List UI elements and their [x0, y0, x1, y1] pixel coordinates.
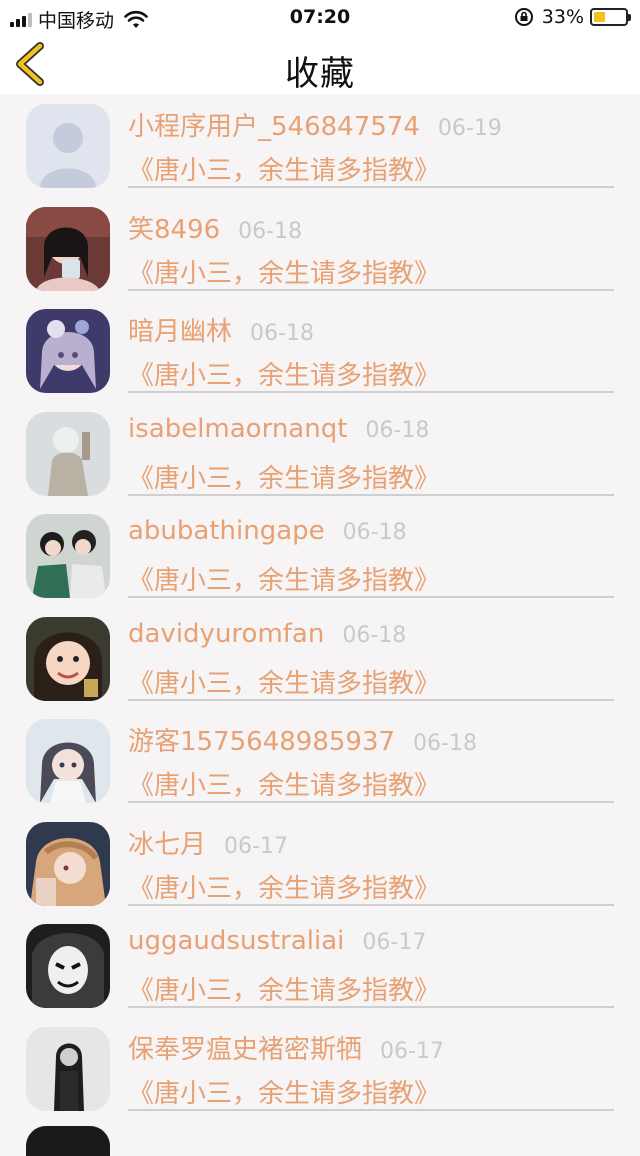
list-item[interactable]: 冰七月 06-17 《唐小三，余生请多指教》 — [0, 812, 640, 915]
avatar — [26, 616, 110, 701]
book-title: 《唐小三，余生请多指教》 — [128, 976, 441, 1006]
date: 06-19 — [437, 116, 502, 141]
list-item[interactable]: 游客1575648985937 06-18 《唐小三，余生请多指教》 — [0, 709, 640, 812]
avatar — [26, 719, 110, 803]
username: 冰七月 — [128, 829, 207, 860]
date: 06-18 — [413, 731, 477, 756]
list-item-content: davidyuromfan 06-18 《唐小三，余生请多指教》 — [128, 619, 614, 701]
date: 06-17 — [224, 833, 288, 859]
username: abubathingape — [128, 516, 325, 546]
avatar — [26, 1126, 110, 1156]
date: 06-18 — [342, 622, 407, 648]
username: 小程序用户_546847574 — [128, 112, 420, 142]
avatar — [26, 309, 110, 393]
book-title: 《唐小三，余生请多指教》 — [128, 463, 441, 494]
status-bar: 中国移动 07:20 33% — [0, 0, 640, 36]
nav-bar: 收藏 — [0, 36, 640, 94]
list-item-content: 保奉罗瘟史褚密斯牺 06-17 《唐小三，余生请多指教》 — [128, 1029, 614, 1111]
username: 笑8496 — [128, 214, 221, 245]
avatar — [26, 104, 110, 188]
date: 06-18 — [250, 321, 314, 346]
list-item[interactable]: 暗月幽林 06-18 《唐小三，余生请多指教》 — [0, 299, 640, 402]
list-item[interactable]: isabelmaornanqt 06-18 《唐小三，余生请多指教》 — [0, 402, 640, 505]
list-item-content: uggaudsustraliai 06-17 《唐小三，余生请多指教》 — [128, 926, 614, 1008]
date: 06-18 — [365, 417, 430, 443]
favorites-list: 小程序用户_546847574 06-19 《唐小三，余生请多指教》 笑8496 0… — [0, 94, 640, 1119]
battery-percent: 33% — [541, 6, 584, 28]
username: davidyuromfan — [128, 618, 325, 649]
list-item[interactable]: abubathingape 06-18 《唐小三，余生请多指教》 — [0, 504, 640, 607]
avatar — [26, 1026, 110, 1111]
avatar — [26, 821, 110, 906]
list-item-content: 笑8496 06-18 《唐小三，余生请多指教》 — [128, 209, 614, 291]
list-item[interactable]: 保奉罗瘟史褚密斯牺 06-17 《唐小三，余生请多指教》 — [0, 1017, 640, 1120]
status-right: 33% — [514, 6, 631, 28]
username: 游客1575648985937 — [128, 727, 396, 757]
list-item-content: 冰七月 06-17 《唐小三，余生请多指教》 — [128, 824, 614, 906]
username: 保奉罗瘟史褚密斯牺 — [128, 1034, 363, 1065]
page-title: 收藏 — [285, 54, 355, 94]
list-item-content: abubathingape 06-18 《唐小三，余生请多指教》 — [128, 516, 614, 598]
avatar — [26, 206, 110, 291]
book-title: 《唐小三，余生请多指教》 — [128, 156, 441, 186]
list-item-content: isabelmaornanqt 06-18 《唐小三，余生请多指教》 — [128, 414, 614, 496]
list-item[interactable]: uggaudsustraliai 06-17 《唐小三，余生请多指教》 — [0, 914, 640, 1017]
date: 06-17 — [380, 1038, 444, 1064]
list-item-content: 小程序用户_546847574 06-19 《唐小三，余生请多指教》 — [128, 106, 614, 188]
rotation-lock-icon — [514, 8, 533, 26]
date: 06-18 — [238, 218, 303, 244]
book-title: 《唐小三，余生请多指教》 — [128, 771, 441, 801]
username: uggaudsustraliai — [128, 926, 345, 956]
book-title: 《唐小三，余生请多指教》 — [128, 361, 441, 391]
book-title: 《唐小三，余生请多指教》 — [128, 873, 441, 904]
date: 06-17 — [362, 930, 427, 955]
avatar — [26, 924, 110, 1008]
battery-icon — [590, 8, 631, 26]
book-title: 《唐小三，余生请多指教》 — [128, 258, 441, 289]
book-title: 《唐小三，余生请多指教》 — [128, 566, 441, 596]
book-title: 《唐小三，余生请多指教》 — [128, 1078, 441, 1109]
list-item-content: 暗月幽林 06-18 《唐小三，余生请多指教》 — [128, 311, 614, 393]
list-item[interactable]: 笑8496 06-18 《唐小三，余生请多指教》 — [0, 197, 640, 300]
avatar — [26, 514, 110, 598]
list-item-content: 游客1575648985937 06-18 《唐小三，余生请多指教》 — [128, 721, 614, 803]
avatar — [26, 411, 110, 496]
date: 06-18 — [342, 520, 407, 545]
list-item[interactable]: 小程序用户_546847574 06-19 《唐小三，余生请多指教》 — [0, 94, 640, 197]
username: isabelmaornanqt — [128, 413, 348, 444]
list-item[interactable]: davidyuromfan 06-18 《唐小三，余生请多指教》 — [0, 607, 640, 710]
book-title: 《唐小三，余生请多指教》 — [128, 668, 441, 699]
username: 暗月幽林 — [128, 317, 233, 347]
